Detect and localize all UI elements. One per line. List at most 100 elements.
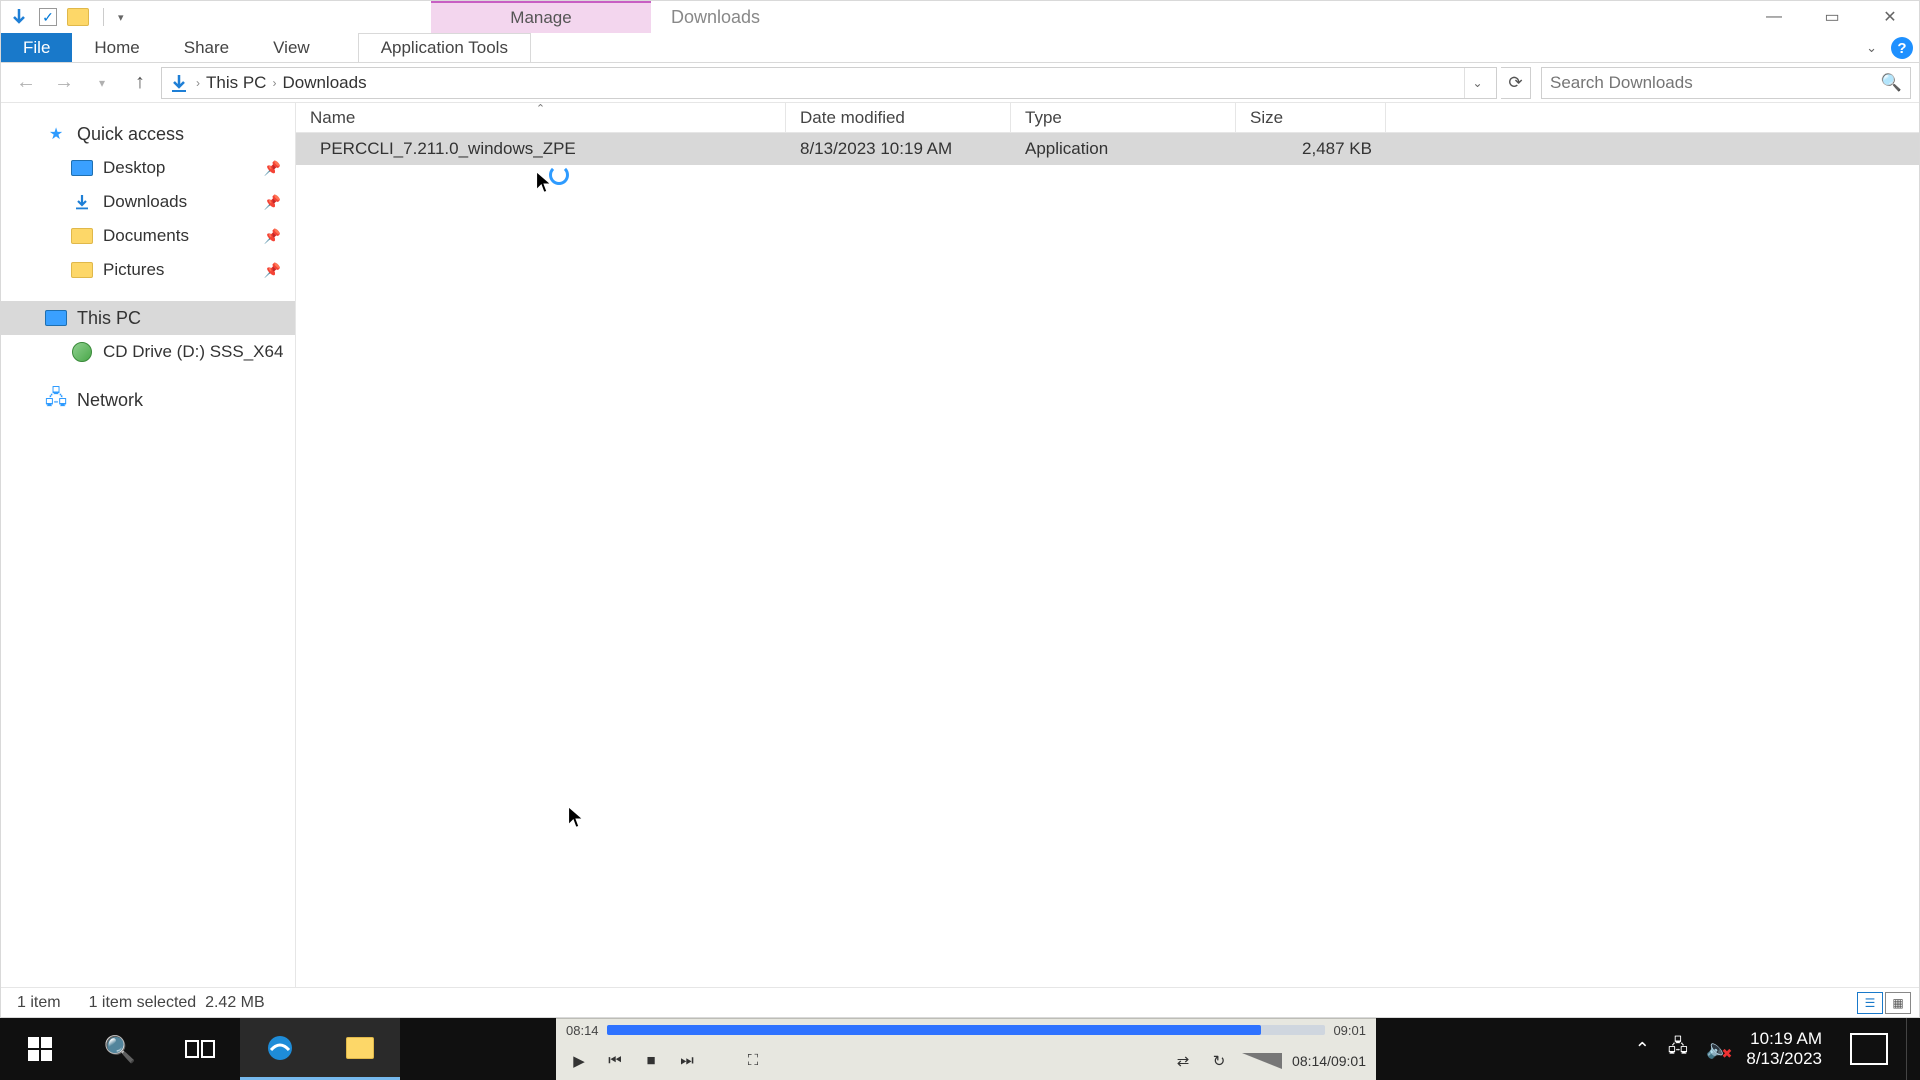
ribbon-tabs: File Home Share View Application Tools ⌄… — [1, 33, 1919, 63]
file-row[interactable]: PERCCLI_7.211.0_windows_ZPE 8/13/2023 10… — [296, 133, 1919, 165]
column-type[interactable]: Type — [1011, 103, 1236, 132]
pin-icon: 📌 — [264, 228, 281, 245]
search-button[interactable]: 🔍 — [80, 1018, 160, 1080]
window-title: Downloads — [671, 1, 760, 33]
documents-icon — [71, 227, 93, 245]
nav-this-pc[interactable]: This PC — [1, 301, 295, 335]
help-icon[interactable]: ? — [1891, 37, 1913, 59]
column-date[interactable]: Date modified — [786, 103, 1011, 132]
volume-slider[interactable] — [1242, 1053, 1282, 1069]
show-desktop-button[interactable] — [1906, 1018, 1914, 1080]
timecode: 08:14/09:01 — [1292, 1053, 1366, 1069]
column-name[interactable]: ⌃ Name — [296, 103, 786, 132]
clock-date: 8/13/2023 — [1746, 1049, 1822, 1069]
details-view-button[interactable]: ☰ — [1857, 992, 1883, 1014]
window-controls: — ▭ ✕ — [1745, 1, 1919, 33]
nav-network[interactable]: 🖧 Network — [1, 383, 295, 417]
column-size[interactable]: Size — [1236, 103, 1386, 132]
nav-quick-access[interactable]: ★ Quick access — [1, 117, 295, 151]
nav-label: Desktop — [103, 158, 165, 178]
prev-button[interactable]: ⏮ — [602, 1048, 628, 1074]
maximize-button[interactable]: ▭ — [1803, 1, 1861, 33]
location-icon — [168, 72, 190, 94]
address-bar[interactable]: › This PC › Downloads ⌄ — [161, 67, 1497, 99]
seek-bar[interactable] — [607, 1025, 1326, 1035]
tab-view[interactable]: View — [251, 33, 332, 62]
column-label: Size — [1250, 108, 1283, 128]
ribbon-collapse-icon[interactable]: ⌄ — [1866, 40, 1877, 56]
nav-label: Quick access — [77, 124, 184, 145]
new-folder-icon[interactable] — [67, 8, 89, 26]
file-list: ⌃ Name Date modified Type Size PERCCLI_7… — [296, 103, 1919, 987]
quick-access-toolbar: ✓ ▾ — [1, 1, 132, 33]
status-bar: 1 item 1 item selected 2.42 MB ☰ ▦ — [1, 987, 1919, 1017]
address-dropdown-icon[interactable]: ⌄ — [1464, 68, 1490, 98]
total-time: 09:01 — [1333, 1023, 1366, 1038]
nav-desktop[interactable]: Desktop 📌 — [1, 151, 295, 185]
clock-time: 10:19 AM — [1746, 1029, 1822, 1049]
qat-separator — [103, 8, 104, 26]
context-tab-manage[interactable]: Manage — [431, 1, 651, 33]
navigation-pane: ★ Quick access Desktop 📌 Downloads 📌 Doc… — [1, 103, 296, 987]
breadcrumb-sep-icon[interactable]: › — [272, 76, 276, 90]
pin-icon: 📌 — [264, 194, 281, 211]
next-button[interactable]: ⏭ — [674, 1048, 700, 1074]
nav-downloads[interactable]: Downloads 📌 — [1, 185, 295, 219]
icons-view-button[interactable]: ▦ — [1885, 992, 1911, 1014]
close-button[interactable]: ✕ — [1861, 1, 1919, 33]
qat-customize-icon[interactable]: ▾ — [118, 11, 124, 24]
recent-locations-icon[interactable]: ▾ — [85, 68, 119, 98]
view-toggle-group: ☰ ▦ — [1857, 992, 1911, 1014]
tab-file[interactable]: File — [1, 33, 72, 62]
start-button[interactable] — [0, 1018, 80, 1080]
tab-share[interactable]: Share — [162, 33, 251, 62]
taskbar-app-explorer[interactable] — [320, 1018, 400, 1080]
star-icon: ★ — [45, 125, 67, 143]
media-player-bar: 08:14 09:01 ▶ ⏮ ■ ⏭ ⛶ ⇄ ↻ 08:14/09:01 — [556, 1018, 1376, 1080]
status-item-count: 1 item — [17, 994, 61, 1012]
address-row: ← → ▾ ↑ › This PC › Downloads ⌄ ⟳ 🔍 — [1, 63, 1919, 103]
nav-pictures[interactable]: Pictures 📌 — [1, 253, 295, 287]
play-button[interactable]: ▶ — [566, 1048, 592, 1074]
downloads-icon — [71, 193, 93, 211]
tray-network-icon[interactable]: 🖧 — [1668, 1034, 1688, 1064]
nav-documents[interactable]: Documents 📌 — [1, 219, 295, 253]
forward-button[interactable]: → — [47, 68, 81, 98]
explorer-body: ★ Quick access Desktop 📌 Downloads 📌 Doc… — [1, 103, 1919, 987]
status-selection: 1 item selected 2.42 MB — [89, 994, 265, 1012]
back-button[interactable]: ← — [9, 68, 43, 98]
taskbar-clock[interactable]: 10:19 AM 8/13/2023 — [1746, 1029, 1822, 1068]
file-date: 8/13/2023 10:19 AM — [786, 139, 1011, 159]
taskbar-app-ie[interactable] — [240, 1018, 320, 1080]
search-input[interactable] — [1550, 73, 1881, 93]
nav-label: Network — [77, 390, 143, 411]
file-size: 2,487 KB — [1236, 139, 1386, 159]
nav-label: This PC — [77, 308, 141, 329]
action-center-button[interactable] — [1850, 1033, 1888, 1065]
nav-label: CD Drive (D:) SSS_X64 — [103, 342, 283, 362]
fullscreen-button[interactable]: ⛶ — [740, 1048, 766, 1074]
up-button[interactable]: ↑ — [123, 68, 157, 98]
file-name: PERCCLI_7.211.0_windows_ZPE — [320, 139, 576, 159]
seek-progress — [607, 1025, 1261, 1035]
properties-icon[interactable]: ✓ — [39, 8, 57, 26]
search-box[interactable]: 🔍 — [1541, 67, 1911, 99]
tab-home[interactable]: Home — [72, 33, 161, 62]
tab-application-tools[interactable]: Application Tools — [358, 33, 531, 62]
task-view-button[interactable] — [160, 1018, 240, 1080]
tray-overflow-icon[interactable]: ⌃ — [1635, 1039, 1650, 1060]
refresh-button[interactable]: ⟳ — [1501, 67, 1531, 99]
busy-cursor-icon — [549, 165, 569, 185]
qat-dropdown-icon[interactable] — [9, 6, 29, 28]
minimize-button[interactable]: — — [1745, 1, 1803, 33]
breadcrumb-this-pc[interactable]: This PC — [206, 73, 266, 93]
shuffle-button[interactable]: ⇄ — [1170, 1048, 1196, 1074]
column-label: Type — [1025, 108, 1062, 128]
breadcrumb-sep-icon[interactable]: › — [196, 76, 200, 90]
stop-button[interactable]: ■ — [638, 1048, 664, 1074]
repeat-button[interactable]: ↻ — [1206, 1048, 1232, 1074]
breadcrumb-downloads[interactable]: Downloads — [282, 73, 366, 93]
nav-cd-drive[interactable]: CD Drive (D:) SSS_X64 — [1, 335, 295, 369]
search-icon: 🔍 — [1881, 73, 1902, 93]
tray-volume-icon[interactable]: 🔈✖ — [1706, 1039, 1728, 1060]
